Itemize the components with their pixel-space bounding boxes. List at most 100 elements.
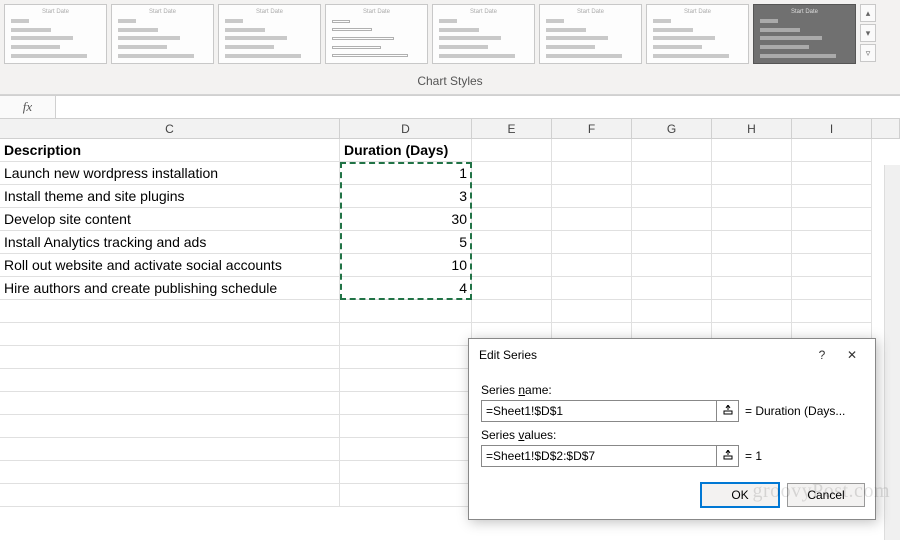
cell[interactable] [472, 277, 552, 300]
cell[interactable] [472, 254, 552, 277]
cell[interactable] [0, 461, 340, 484]
cell-duration[interactable]: 5 [340, 231, 472, 254]
col-header-c[interactable]: C [0, 119, 340, 138]
cell[interactable] [340, 484, 472, 507]
cell[interactable] [712, 139, 792, 162]
cell[interactable] [552, 231, 632, 254]
cell[interactable] [712, 231, 792, 254]
cell[interactable] [632, 139, 712, 162]
cell[interactable] [792, 254, 872, 277]
cell[interactable] [472, 300, 552, 323]
cell[interactable] [632, 300, 712, 323]
cell-duration[interactable]: 10 [340, 254, 472, 277]
cell[interactable] [792, 300, 872, 323]
cell-description[interactable]: Develop site content [0, 208, 340, 231]
cell[interactable] [552, 277, 632, 300]
cell[interactable] [552, 300, 632, 323]
cell[interactable] [340, 392, 472, 415]
cell[interactable] [472, 185, 552, 208]
cell-duration[interactable]: 30 [340, 208, 472, 231]
col-header-h[interactable]: H [712, 119, 792, 138]
col-header-i[interactable]: I [792, 119, 872, 138]
col-header-e[interactable]: E [472, 119, 552, 138]
cell[interactable] [792, 231, 872, 254]
cancel-button[interactable]: Cancel [787, 483, 865, 507]
series-name-range-picker[interactable] [716, 401, 738, 421]
cell[interactable] [792, 208, 872, 231]
cell-description[interactable]: Install Analytics tracking and ads [0, 231, 340, 254]
cell[interactable] [472, 231, 552, 254]
chart-style-thumb-7[interactable]: Start Date [646, 4, 749, 64]
cell[interactable] [552, 208, 632, 231]
cell-description[interactable]: Hire authors and create publishing sched… [0, 277, 340, 300]
chart-style-thumb-1[interactable]: Start Date [4, 4, 107, 64]
cell[interactable] [340, 461, 472, 484]
cell[interactable] [0, 369, 340, 392]
cell[interactable] [340, 369, 472, 392]
col-header-g[interactable]: G [632, 119, 712, 138]
formula-input[interactable] [56, 96, 900, 118]
vertical-scrollbar[interactable] [884, 165, 900, 540]
cell[interactable] [632, 162, 712, 185]
series-name-input[interactable] [482, 401, 716, 421]
dialog-help-button[interactable]: ? [807, 345, 837, 365]
cell[interactable] [632, 185, 712, 208]
cell[interactable] [632, 277, 712, 300]
cell[interactable] [340, 323, 472, 346]
gallery-expand[interactable]: ▿ [860, 44, 876, 62]
cell[interactable] [0, 484, 340, 507]
cell-description[interactable]: Launch new wordpress installation [0, 162, 340, 185]
cell[interactable] [552, 139, 632, 162]
cell[interactable] [0, 300, 340, 323]
cell[interactable] [712, 185, 792, 208]
chart-style-thumb-8[interactable]: Start Date [753, 4, 856, 64]
cell[interactable] [632, 254, 712, 277]
cell[interactable] [632, 208, 712, 231]
cell-description-header[interactable]: Description [0, 139, 340, 162]
cell[interactable] [552, 254, 632, 277]
cell[interactable] [340, 300, 472, 323]
cell[interactable] [0, 392, 340, 415]
col-header-f[interactable]: F [552, 119, 632, 138]
cell[interactable] [712, 208, 792, 231]
gallery-scroll-down[interactable]: ▾ [860, 24, 876, 42]
cell[interactable] [792, 185, 872, 208]
cell[interactable] [632, 231, 712, 254]
cell[interactable] [552, 185, 632, 208]
cell[interactable] [340, 346, 472, 369]
ok-button[interactable]: OK [701, 483, 779, 507]
cell[interactable] [712, 254, 792, 277]
cell[interactable] [0, 323, 340, 346]
cell[interactable] [0, 415, 340, 438]
cell-duration[interactable]: 4 [340, 277, 472, 300]
cell[interactable] [472, 162, 552, 185]
fx-icon[interactable]: fx [0, 96, 56, 118]
dialog-titlebar[interactable]: Edit Series ? ✕ [469, 339, 875, 371]
series-values-input[interactable] [482, 446, 716, 466]
cell-duration-header[interactable]: Duration (Days) [340, 139, 472, 162]
cell[interactable] [0, 438, 340, 461]
cell-duration[interactable]: 1 [340, 162, 472, 185]
chart-style-thumb-3[interactable]: Start Date [218, 4, 321, 64]
cell-description[interactable]: Install theme and site plugins [0, 185, 340, 208]
cell-duration[interactable]: 3 [340, 185, 472, 208]
col-header-d[interactable]: D [340, 119, 472, 138]
cell-description[interactable]: Roll out website and activate social acc… [0, 254, 340, 277]
cell[interactable] [340, 438, 472, 461]
dialog-close-button[interactable]: ✕ [837, 345, 867, 365]
cell[interactable] [552, 162, 632, 185]
cell[interactable] [792, 162, 872, 185]
cell[interactable] [792, 277, 872, 300]
cell[interactable] [340, 415, 472, 438]
chart-style-thumb-6[interactable]: Start Date [539, 4, 642, 64]
cell[interactable] [712, 277, 792, 300]
gallery-scroll-up[interactable]: ▴ [860, 4, 876, 22]
cell[interactable] [472, 208, 552, 231]
series-values-range-picker[interactable] [716, 446, 738, 466]
chart-style-thumb-2[interactable]: Start Date [111, 4, 214, 64]
chart-style-thumb-5[interactable]: Start Date [432, 4, 535, 64]
cell[interactable] [712, 300, 792, 323]
cell[interactable] [712, 162, 792, 185]
cell[interactable] [792, 139, 872, 162]
chart-style-thumb-4[interactable]: Start Date [325, 4, 428, 64]
